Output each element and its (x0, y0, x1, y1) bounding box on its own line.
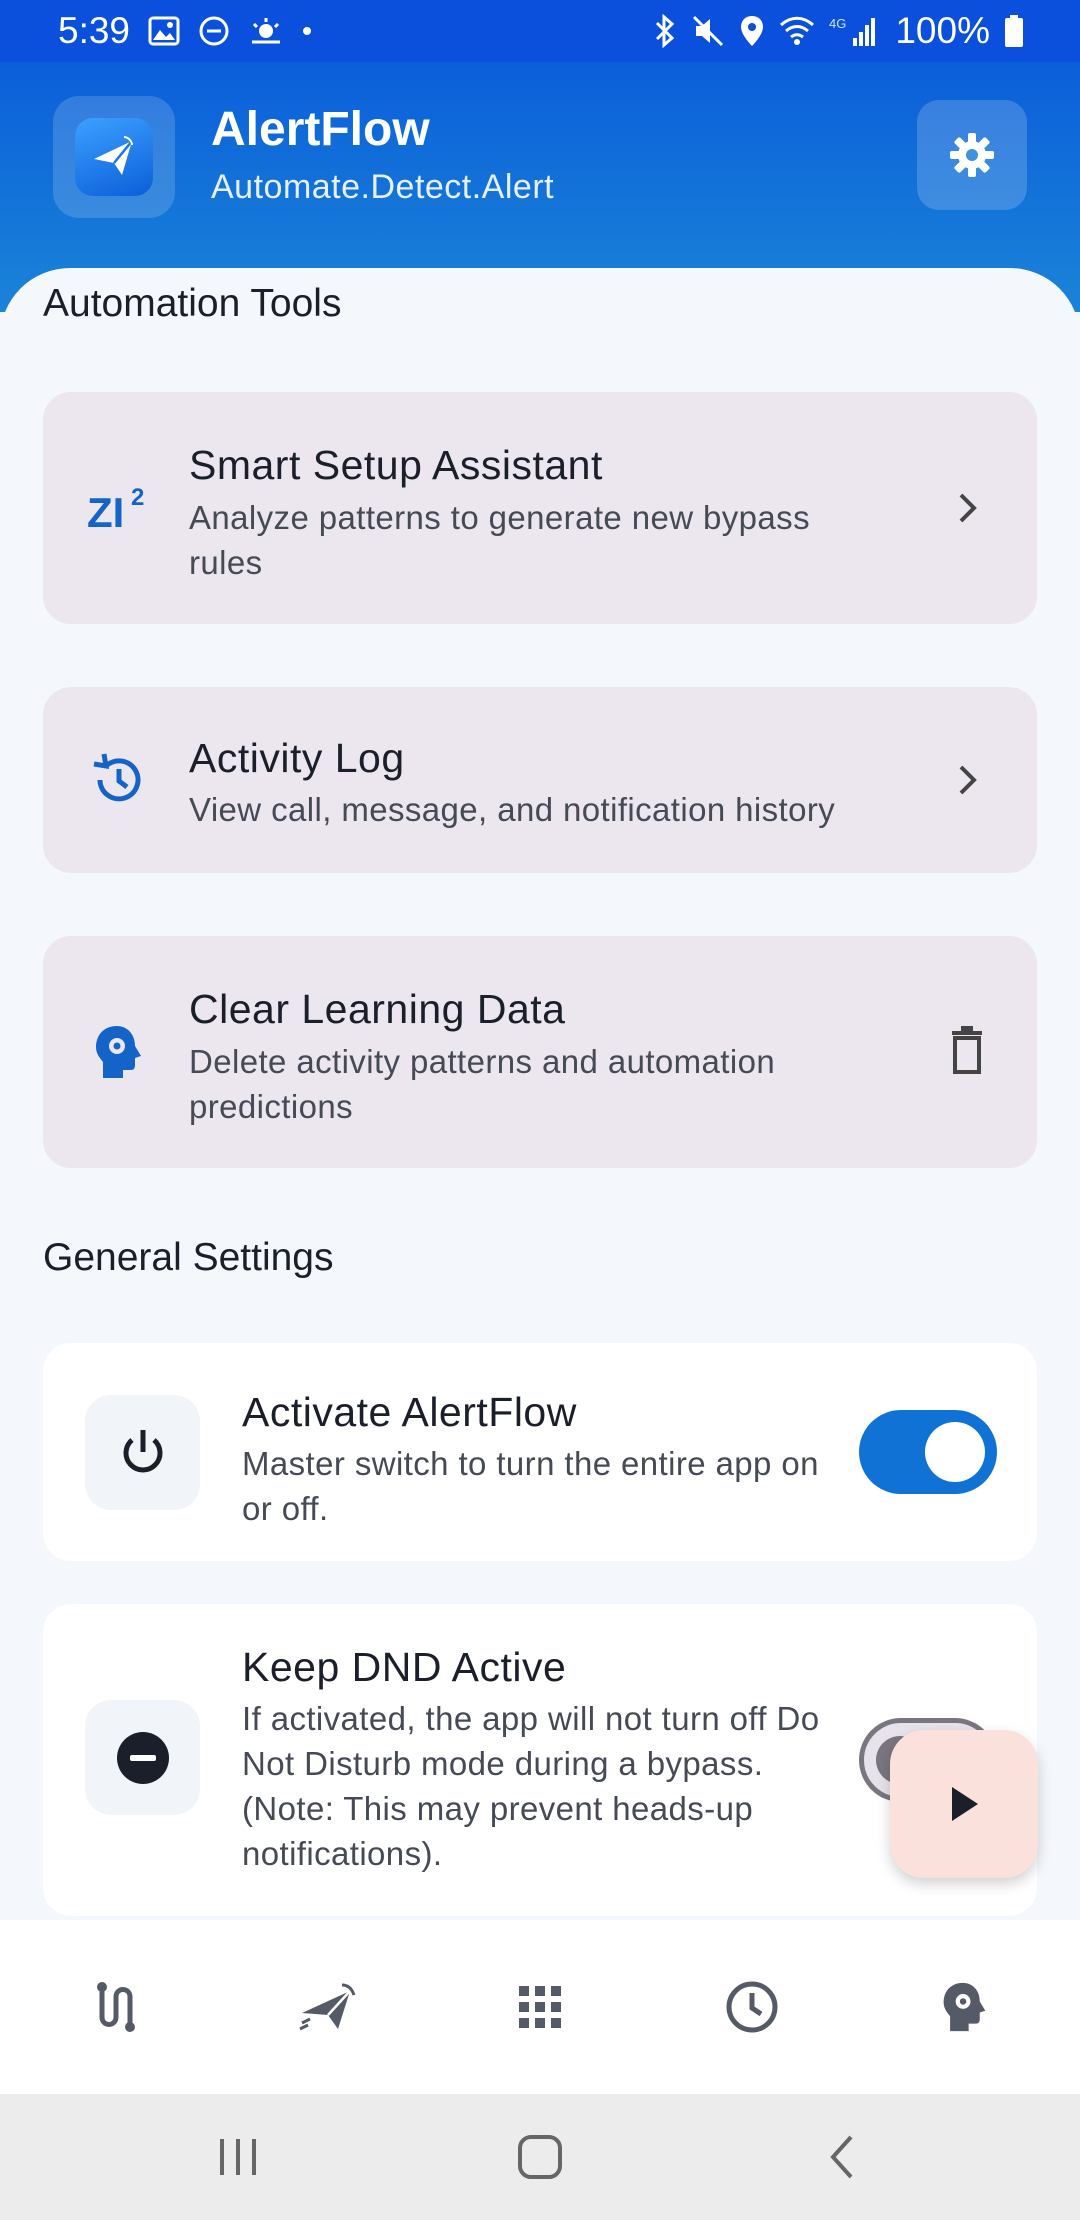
head-gear-icon (83, 1017, 153, 1087)
power-icon (85, 1395, 200, 1510)
card-description: View call, message, and notification his… (189, 791, 836, 828)
weather-icon (248, 16, 284, 46)
card-title: Activity Log (189, 735, 405, 781)
section-title-general: General Settings (43, 1236, 334, 1279)
system-navigation-bar (0, 2094, 1080, 2220)
trash-icon[interactable] (937, 1020, 997, 1080)
bottom-navigation (0, 1920, 1080, 2094)
setting-title: Keep DND Active (242, 1644, 567, 1690)
dnd-icon (85, 1700, 200, 1815)
activate-alertflow-card: Activate AlertFlow Master switch to turn… (43, 1343, 1037, 1561)
nav-learning[interactable] (904, 1947, 1024, 2067)
send-logo-icon (94, 136, 133, 175)
route-icon (97, 1982, 135, 2032)
dot-icon (302, 26, 312, 36)
gallery-icon (148, 16, 180, 46)
back-button[interactable] (808, 2124, 878, 2190)
svg-text:2: 2 (131, 484, 144, 511)
card-description: Delete activity patterns and automation … (189, 1043, 776, 1125)
chevron-right-icon (937, 750, 997, 810)
battery-percent: 100% (895, 10, 990, 51)
recents-icon (220, 2139, 256, 2175)
mute-icon (691, 14, 725, 48)
status-bar: 5:39 4G 100% (0, 0, 1080, 62)
setting-title: Activate AlertFlow (242, 1389, 577, 1435)
zi2-icon: ZI 2 (83, 473, 153, 543)
apps-grid-icon (519, 1986, 561, 2028)
back-icon (830, 2135, 853, 2179)
send-icon (299, 1983, 356, 2031)
history-icon (83, 745, 153, 815)
play-fab-button[interactable] (890, 1730, 1038, 1878)
home-icon (518, 2135, 562, 2179)
card-title: Smart Setup Assistant (189, 442, 603, 488)
app-title: AlertFlow (211, 103, 430, 156)
status-time: 5:39 (58, 10, 131, 51)
clock-icon (726, 1981, 778, 2033)
activate-alertflow-toggle[interactable] (859, 1410, 997, 1494)
nav-history[interactable] (692, 1947, 812, 2067)
dnd-status-icon (198, 15, 230, 47)
setting-description: Master switch to turn the entire app on … (242, 1445, 819, 1527)
svg-text:ZI: ZI (87, 489, 124, 533)
app-tagline: Automate.Detect.Alert (211, 168, 555, 206)
play-icon (952, 1787, 978, 1821)
keep-dnd-active-card: Keep DND Active If activated, the app wi… (43, 1604, 1037, 1916)
battery-icon (1004, 14, 1024, 48)
home-button[interactable] (505, 2124, 575, 2190)
card-title: Clear Learning Data (189, 986, 566, 1032)
clear-learning-data-card[interactable]: Clear Learning Data Delete activity patt… (43, 936, 1037, 1168)
content-sheet: Automation Tools ZI 2 Smart Setup Assist… (0, 268, 1080, 1920)
signal-icon: 4G (829, 14, 881, 48)
activity-log-card[interactable]: Activity Log View call, message, and not… (43, 687, 1037, 873)
section-title-automation: Automation Tools (43, 282, 342, 325)
nav-apps[interactable] (480, 1947, 600, 2067)
app-logo (53, 96, 175, 218)
head-gear-icon (943, 1982, 986, 2032)
setting-description: If activated, the app will not turn off … (242, 1700, 820, 1872)
gear-icon (950, 133, 994, 177)
settings-button[interactable] (917, 100, 1027, 210)
location-icon (739, 14, 765, 48)
smart-setup-assistant-card[interactable]: ZI 2 Smart Setup Assistant Analyze patte… (43, 392, 1037, 624)
card-description: Analyze patterns to generate new bypass … (189, 499, 810, 581)
bluetooth-icon (653, 14, 677, 48)
network-label: 4G (829, 16, 846, 31)
chevron-right-icon (937, 478, 997, 538)
nav-send[interactable] (268, 1947, 388, 2067)
wifi-icon (779, 15, 815, 47)
nav-route[interactable] (56, 1947, 176, 2067)
recents-button[interactable] (203, 2124, 273, 2190)
